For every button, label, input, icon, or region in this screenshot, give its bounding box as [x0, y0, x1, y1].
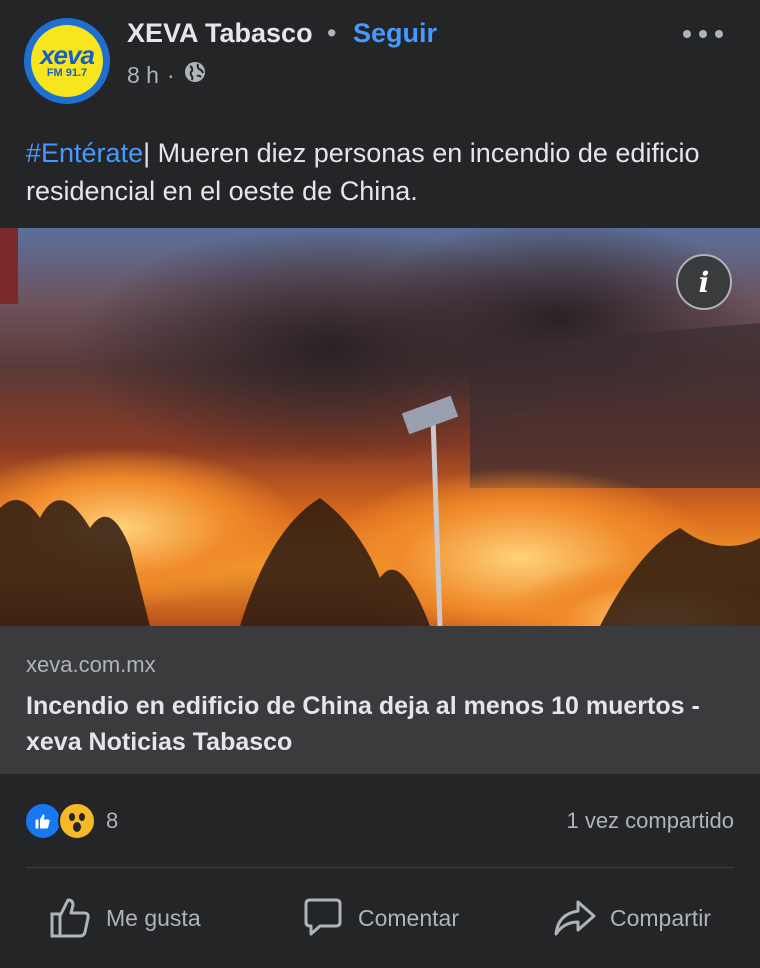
more-horizontal-icon[interactable] [683, 22, 723, 46]
post-header: xeva FM 91.7 XEVA Tabasco • Seguir 8 h · [0, 0, 760, 120]
follow-button[interactable]: Seguir [353, 18, 437, 49]
page-name-link[interactable]: XEVA Tabasco [127, 18, 313, 49]
share-arrow-icon [554, 900, 596, 936]
page-avatar[interactable]: xeva FM 91.7 [24, 18, 110, 104]
page-logo: xeva FM 91.7 [31, 25, 103, 97]
link-preview-card[interactable]: xeva.com.mx Incendio en edificio de Chin… [0, 626, 760, 774]
share-label: Compartir [610, 904, 711, 931]
name-separator: • [327, 18, 337, 48]
comment-label: Comentar [358, 904, 459, 931]
comment-button[interactable]: Comentar [300, 880, 459, 956]
like-label: Me gusta [106, 904, 201, 931]
comment-bubble-icon [304, 898, 342, 936]
info-icon[interactable]: i [676, 254, 732, 310]
globe-icon [183, 60, 207, 90]
post-message: #Entérate| Mueren diez personas en incen… [26, 134, 726, 210]
thumbs-up-icon [50, 898, 90, 938]
post-meta: 8 h · [127, 60, 207, 90]
reactions-summary[interactable]: 8 [24, 802, 118, 840]
hashtag-link[interactable]: #Entérate [26, 138, 143, 168]
post-time[interactable]: 8 h [127, 62, 159, 89]
link-title: Incendio en edificio de China deja al me… [26, 692, 700, 756]
link-domain: xeva.com.mx [26, 652, 156, 677]
post-actions-bar: Me gusta Comentar Compartir [0, 880, 760, 956]
fire-scene-illustration [0, 228, 760, 626]
shares-count[interactable]: 1 vez compartido [566, 808, 734, 834]
like-button[interactable]: Me gusta [48, 880, 201, 956]
share-button[interactable]: Compartir [552, 880, 711, 956]
actions-divider [26, 867, 734, 868]
meta-separator: · [166, 61, 175, 88]
link-preview-image[interactable] [0, 228, 760, 626]
wow-reaction-icon [58, 802, 96, 840]
logo-frequency: FM 91.7 [46, 67, 88, 79]
reactions-count: 8 [106, 808, 119, 833]
logo-word: xeva [40, 40, 95, 70]
like-reaction-icon [24, 802, 62, 840]
